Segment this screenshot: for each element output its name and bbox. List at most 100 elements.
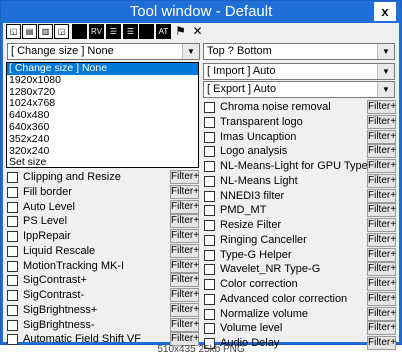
filter-checkbox[interactable]	[204, 116, 215, 128]
filter-checkbox[interactable]	[204, 234, 215, 246]
toolbar-button-9[interactable]	[139, 24, 154, 39]
filter-checkbox[interactable]	[204, 161, 215, 172]
toolbar-button-5[interactable]	[72, 24, 87, 39]
chevron-down-icon[interactable]: ▼	[377, 64, 394, 79]
toolbar-button-3[interactable]: ▥	[38, 24, 53, 39]
size-option[interactable]: 1920x1080	[7, 74, 198, 87]
size-option[interactable]: Set size	[7, 157, 198, 169]
filter-row: Wavelet_NR Type-G Filter+	[204, 262, 397, 277]
filter-checkbox[interactable]	[7, 201, 18, 213]
filter-plus-button[interactable]: Filter+	[367, 218, 396, 232]
filter-row: Auto Level Filter+	[7, 199, 200, 215]
window-close-button[interactable]: x	[374, 2, 396, 21]
filter-checkbox[interactable]	[204, 264, 215, 276]
filter-plus-button[interactable]: Filter+	[170, 199, 199, 214]
filter-plus-button[interactable]: Filter+	[367, 203, 396, 218]
filter-plus-button[interactable]: Filter+	[367, 291, 396, 306]
filter-row: SigContrast- Filter+	[7, 288, 200, 303]
filter-plus-button[interactable]: Filter+	[367, 306, 396, 321]
filter-label: Transparent logo	[220, 115, 303, 128]
filter-plus-button[interactable]: Filter+	[170, 273, 199, 288]
filter-plus-button[interactable]: Filter+	[367, 159, 396, 173]
size-option[interactable]: 640x360	[7, 121, 198, 134]
filter-checkbox[interactable]	[7, 304, 18, 316]
filter-plus-button[interactable]: Filter+	[367, 100, 396, 114]
filter-plus-button[interactable]: Filter+	[367, 188, 396, 203]
tool-window: Tool window - Default x ◱ ▤ ▥ ◲ RV ☰ ☰ AT ⚑ ✕ [ C…	[0, 0, 402, 350]
filter-label: Liquid Rescale	[23, 244, 96, 257]
toolbar-button-4[interactable]: ◲	[54, 24, 69, 39]
filter-row: Type-G Helper Filter+	[204, 247, 397, 263]
filter-plus-button[interactable]: Filter+	[367, 173, 396, 188]
filter-plus-button[interactable]: Filter+	[367, 277, 396, 291]
chevron-down-icon[interactable]: ▼	[377, 82, 394, 97]
filter-label: NL-Means Light	[220, 174, 298, 187]
filter-checkbox[interactable]	[7, 319, 18, 331]
filter-label: Normalize volume	[220, 307, 309, 320]
size-dropdown-list[interactable]: [ Change size ] None 1920x1080 1280x720 102…	[6, 62, 199, 168]
filter-checkbox[interactable]	[204, 293, 215, 305]
filter-checkbox[interactable]	[204, 249, 215, 261]
toolbar-button-1[interactable]: ◱	[6, 24, 21, 39]
filter-row: Advanced color correction Filter+	[204, 291, 397, 307]
filter-checkbox[interactable]	[204, 323, 215, 335]
filter-plus-button[interactable]: Filter+	[367, 262, 396, 277]
filter-plus-button[interactable]: Filter+	[170, 243, 199, 258]
filter-checkbox[interactable]	[7, 172, 18, 183]
filter-checkbox[interactable]	[7, 231, 18, 242]
filter-plus-button[interactable]: Filter+	[170, 170, 199, 184]
filter-row: NNEDI3 filter Filter+	[204, 188, 397, 204]
filter-plus-button[interactable]: Filter+	[170, 214, 199, 229]
filter-label: Fill border	[23, 185, 72, 198]
filter-plus-button[interactable]: Filter+	[170, 258, 199, 273]
filter-plus-button[interactable]: Filter+	[367, 232, 396, 247]
filter-label: Clipping and Resize	[23, 171, 121, 183]
import-combo[interactable]: [ Import ] Auto ▼	[203, 63, 395, 80]
position-combo[interactable]: Top ? Bottom ▼	[203, 43, 395, 60]
filter-row: NL-Means-Light for GPU TypeC Filter+	[204, 159, 397, 174]
toolbar-button-8[interactable]: ☰	[123, 24, 138, 39]
toolbar-button-at[interactable]: AT	[156, 24, 171, 39]
filter-label: PMD_MT	[220, 204, 267, 217]
filter-checkbox[interactable]	[204, 220, 215, 231]
filter-checkbox[interactable]	[204, 279, 215, 290]
filter-checkbox[interactable]	[7, 186, 18, 198]
filter-checkbox[interactable]	[204, 102, 215, 113]
filter-plus-button[interactable]: Filter+	[367, 321, 396, 336]
close-x-icon[interactable]: ✕	[190, 24, 205, 39]
filter-checkbox[interactable]	[204, 175, 215, 187]
filter-plus-button[interactable]: Filter+	[367, 144, 396, 159]
toolbar-button-7[interactable]: ☰	[106, 24, 121, 39]
export-combo[interactable]: [ Export ] Auto ▼	[203, 81, 395, 98]
filter-row: Clipping and Resize Filter+	[7, 170, 200, 185]
filter-plus-button[interactable]: Filter+	[170, 288, 199, 302]
chevron-down-icon[interactable]: ▼	[182, 44, 199, 59]
filter-checkbox[interactable]	[204, 308, 215, 320]
filter-label: Volume level	[220, 322, 283, 335]
size-option[interactable]: 352x240	[7, 133, 198, 146]
toolbar-button-2[interactable]: ▤	[22, 24, 37, 39]
toolbar-button-rv[interactable]: RV	[89, 24, 104, 39]
filter-checkbox[interactable]	[204, 146, 215, 158]
filter-label: Ringing Canceller	[220, 233, 307, 246]
filter-plus-button[interactable]: Filter+	[170, 317, 199, 332]
filter-plus-button[interactable]: Filter+	[170, 184, 199, 199]
filter-checkbox[interactable]	[7, 245, 18, 257]
filter-checkbox[interactable]	[204, 205, 215, 217]
filter-plus-button[interactable]: Filter+	[170, 302, 199, 317]
size-combo[interactable]: [ Change size ] None ▼	[7, 43, 200, 60]
filter-label: SigContrast+	[23, 274, 87, 287]
filter-checkbox[interactable]	[204, 190, 215, 202]
filter-checkbox[interactable]	[7, 290, 18, 301]
chevron-down-icon[interactable]: ▼	[377, 44, 394, 59]
filter-checkbox[interactable]	[7, 260, 18, 272]
filter-plus-button[interactable]: Filter+	[367, 247, 396, 262]
filter-plus-button[interactable]: Filter+	[367, 114, 396, 129]
filter-checkbox[interactable]	[7, 216, 18, 228]
filter-plus-button[interactable]: Filter+	[367, 129, 396, 144]
image-caption: 510x435 25kb PNG	[157, 344, 245, 355]
filter-checkbox[interactable]	[7, 275, 18, 287]
flag-icon[interactable]: ⚑	[173, 24, 188, 39]
filter-plus-button[interactable]: Filter+	[170, 229, 199, 243]
filter-checkbox[interactable]	[204, 131, 215, 143]
